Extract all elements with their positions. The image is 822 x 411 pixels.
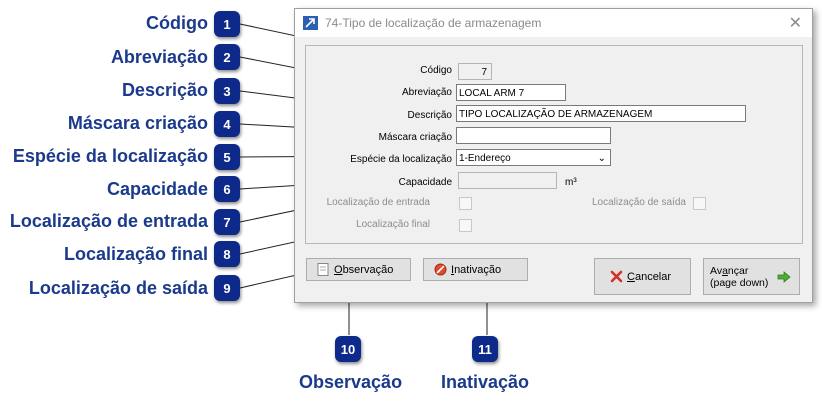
cancel-x-icon bbox=[610, 270, 623, 283]
observacao-button[interactable]: Observação bbox=[306, 258, 411, 281]
mascara-criacao-label: Máscara criação bbox=[378, 132, 452, 143]
capacidade-label: Capacidade bbox=[398, 177, 452, 188]
avancar-button-label: Avançar (page down) bbox=[710, 264, 769, 289]
form-panel: Código 7 Abreviação LOCAL ARM 7 Descriçã… bbox=[305, 45, 803, 244]
avancar-button[interactable]: Avançar (page down) bbox=[703, 258, 800, 295]
especie-localizacao-value: 1-Endereço bbox=[459, 153, 511, 164]
inativacao-button-label: Inativação bbox=[451, 263, 502, 276]
window-title: 74-Tipo de localização de armazenagem bbox=[325, 16, 542, 30]
localizacao-final-checkbox[interactable] bbox=[459, 219, 472, 232]
descricao-label: Descrição bbox=[407, 110, 452, 121]
mascara-criacao-input[interactable] bbox=[456, 127, 611, 144]
chevron-down-icon[interactable]: ⌄ bbox=[598, 150, 606, 167]
app-icon bbox=[303, 16, 318, 30]
callout-badge-6: 6 bbox=[214, 176, 240, 202]
arrow-right-icon bbox=[777, 271, 791, 283]
callout-badge-5: 5 bbox=[214, 144, 240, 170]
capacidade-field bbox=[458, 172, 557, 189]
localizacao-final-label: Localização final bbox=[356, 219, 430, 230]
deactivate-icon bbox=[434, 263, 447, 276]
callout-badge-8: 8 bbox=[214, 241, 240, 267]
codigo-label: Código bbox=[420, 65, 452, 76]
callout-badge-11: 11 bbox=[472, 336, 498, 362]
codigo-field: 7 bbox=[458, 63, 492, 80]
callout-label-localizacao-final: Localização final bbox=[63, 244, 208, 264]
callout-badge-3: 3 bbox=[214, 78, 240, 104]
callout-badge-9: 9 bbox=[214, 275, 240, 301]
callout-label-descricao: Descrição bbox=[121, 80, 208, 100]
localizacao-saida-label: Localização de saída bbox=[592, 197, 686, 208]
dialog-window: 74-Tipo de localização de armazenagem ✕ … bbox=[294, 8, 813, 303]
callout-label-localizacao-entrada: Localização de entrada bbox=[9, 211, 208, 231]
callout-label-localizacao-saida: Localização de saída bbox=[28, 278, 208, 298]
close-icon[interactable]: ✕ bbox=[789, 13, 802, 33]
callout-label-codigo: Código bbox=[146, 13, 208, 33]
especie-localizacao-select[interactable]: 1-Endereço ⌄ bbox=[456, 149, 611, 166]
callout-label-inativacao: Inativação bbox=[441, 372, 530, 392]
callout-badge-10: 10 bbox=[335, 336, 361, 362]
callout-badge-1: 1 bbox=[214, 11, 240, 37]
cancel-button-label: Cancelar bbox=[627, 270, 672, 283]
title-bar: 74-Tipo de localização de armazenagem ✕ bbox=[295, 9, 812, 37]
especie-localizacao-label: Espécie da localização bbox=[350, 154, 452, 165]
inativacao-button[interactable]: Inativação bbox=[423, 258, 528, 281]
callout-label-mascara-criacao: Máscara criação bbox=[67, 113, 208, 133]
abreviacao-input[interactable]: LOCAL ARM 7 bbox=[456, 84, 566, 101]
callout-badge-7: 7 bbox=[214, 209, 240, 235]
callout-label-capacidade: Capacidade bbox=[106, 179, 208, 199]
capacidade-unit: m³ bbox=[565, 177, 577, 188]
callout-label-abreviacao: Abreviação bbox=[110, 47, 208, 67]
observacao-button-label: Observação bbox=[334, 263, 394, 276]
callout-badge-2: 2 bbox=[214, 44, 240, 70]
localizacao-saida-checkbox[interactable] bbox=[693, 197, 706, 210]
descricao-input[interactable]: TIPO LOCALIZAÇÃO DE ARMAZENAGEM bbox=[456, 105, 746, 122]
localizacao-entrada-checkbox[interactable] bbox=[459, 197, 472, 210]
abreviacao-label: Abreviação bbox=[401, 87, 452, 98]
cancel-button[interactable]: Cancelar bbox=[594, 258, 691, 295]
note-icon bbox=[317, 263, 329, 276]
callout-label-especie-localizacao: Espécie da localização bbox=[12, 146, 208, 166]
localizacao-entrada-label: Localização de entrada bbox=[326, 197, 430, 208]
callout-label-observacao: Observação bbox=[299, 372, 403, 392]
callout-badge-4: 4 bbox=[214, 111, 240, 137]
